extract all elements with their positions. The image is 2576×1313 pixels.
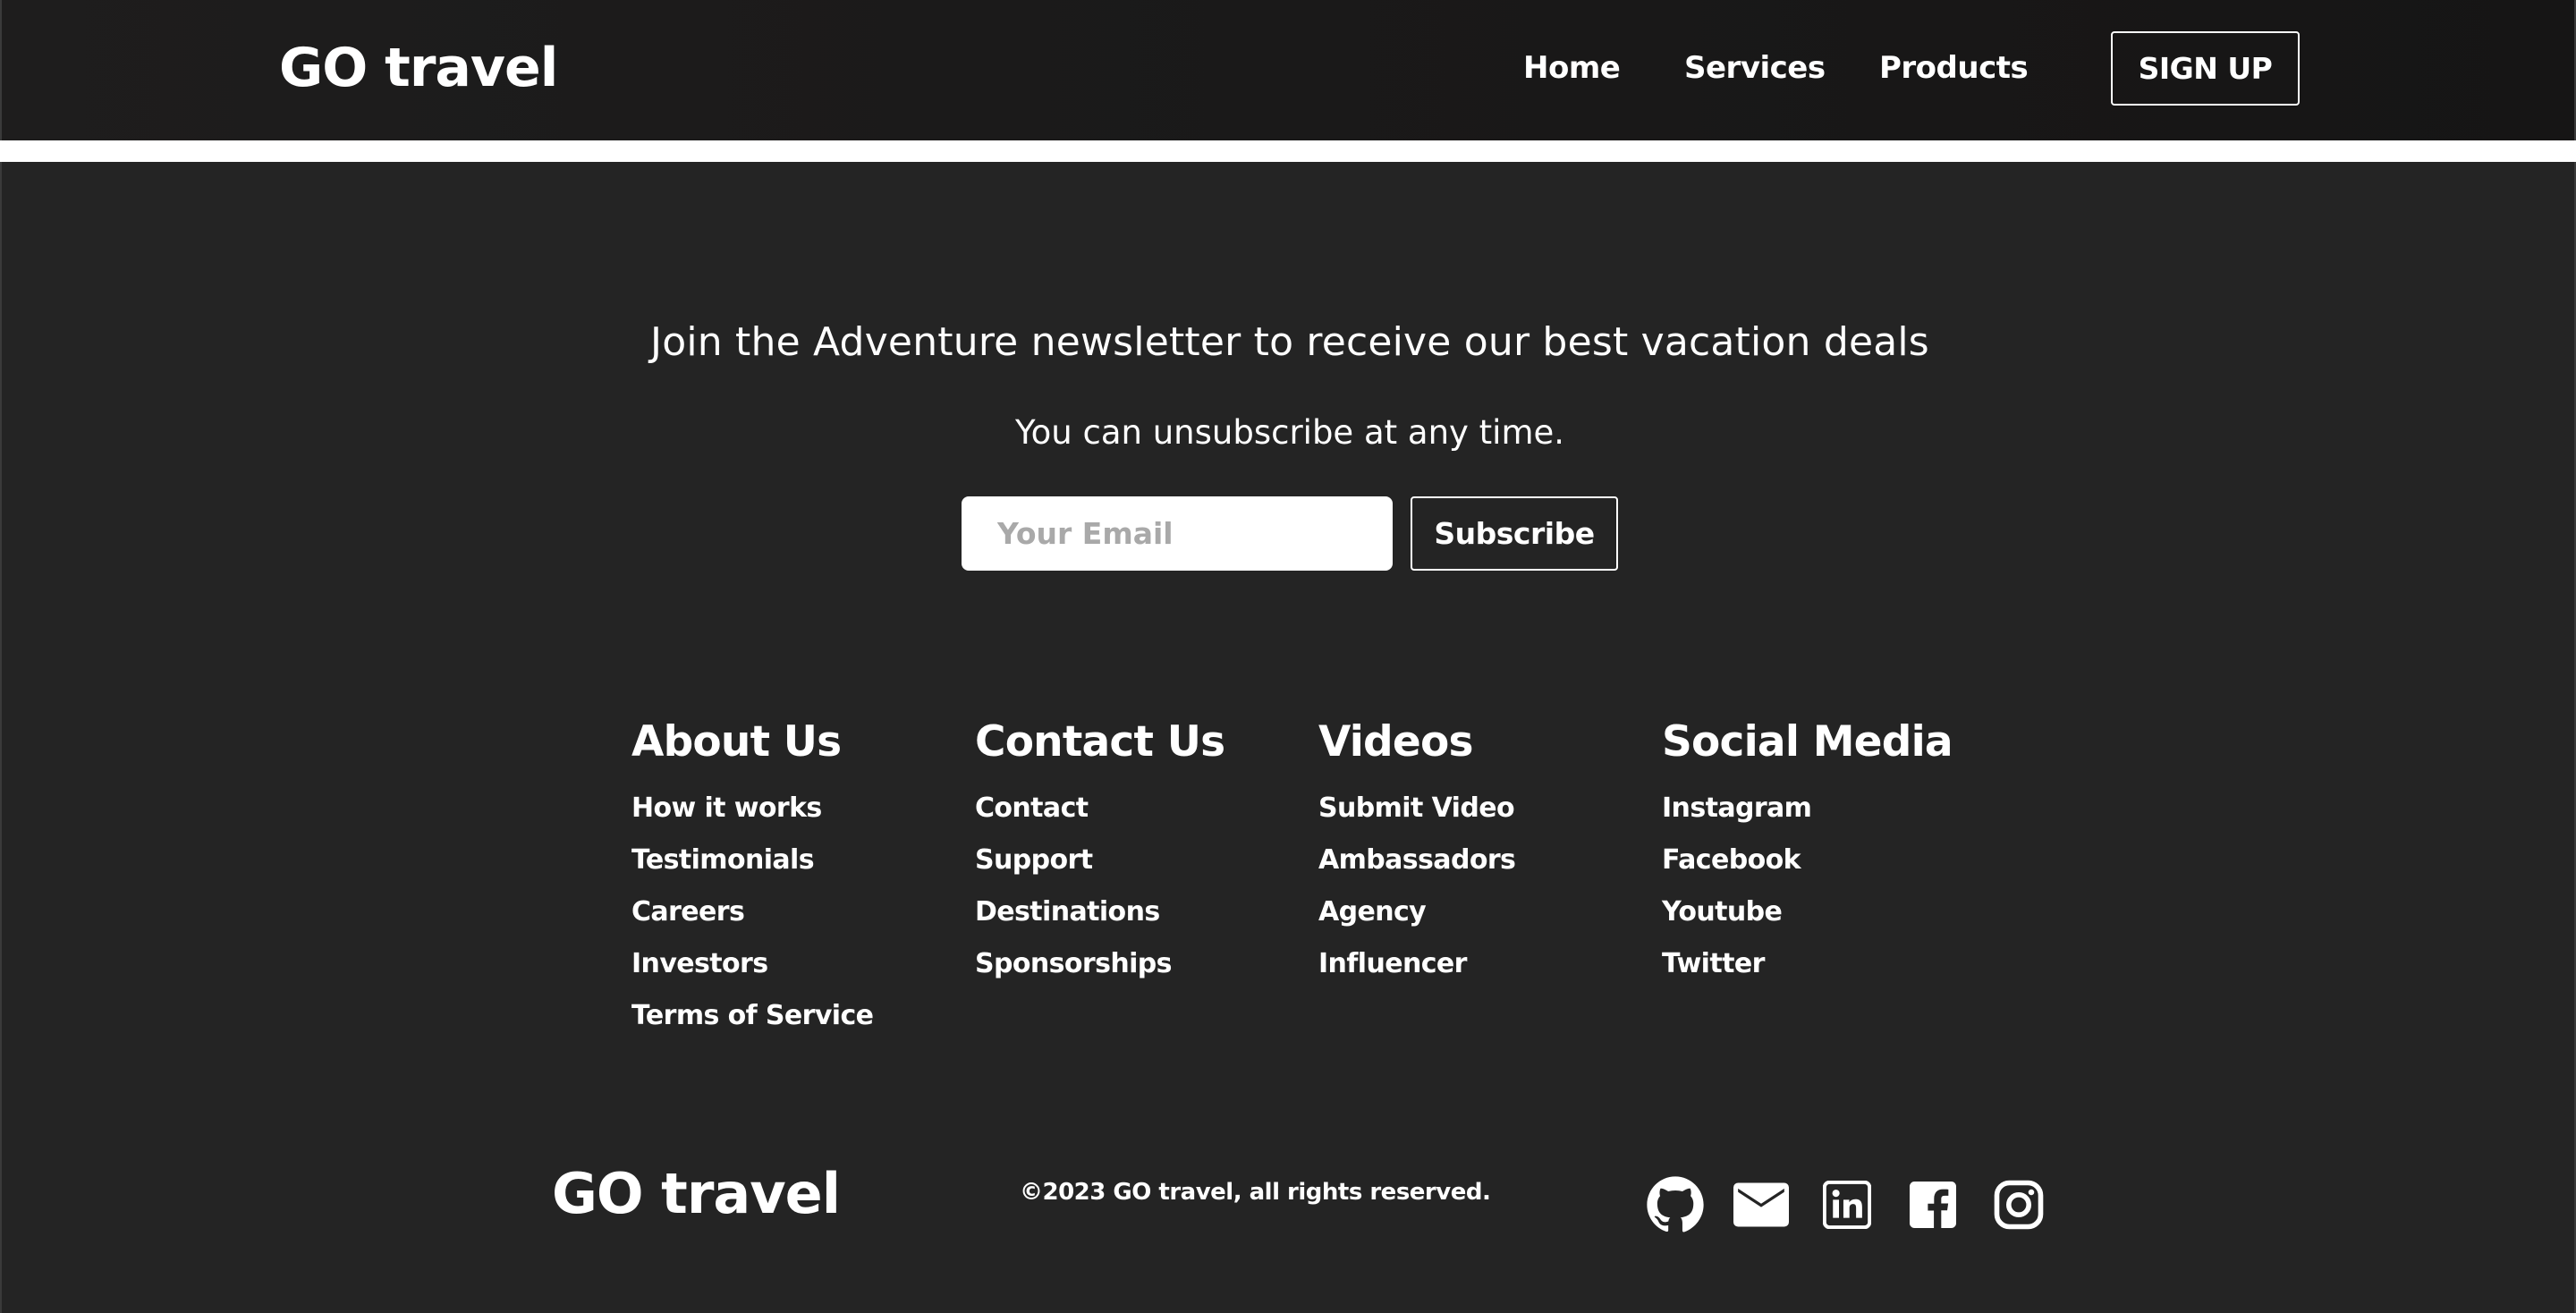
footer-column-about-us: About Us How it works Testimonials Caree… <box>631 715 953 1042</box>
footer-column-title: Contact Us <box>975 717 1225 767</box>
footer-link-submit-video[interactable]: Submit Video <box>1318 783 1640 834</box>
newsletter-subheading: You can unsubscribe at any time. <box>1014 413 1565 452</box>
subscribe-button[interactable]: Subscribe <box>1411 496 1618 571</box>
nav-link-products[interactable]: Products <box>1879 47 2029 89</box>
footer-link-instagram[interactable]: Instagram <box>1662 783 1984 834</box>
footer-link-destinations[interactable]: Destinations <box>975 886 1297 938</box>
github-icon[interactable] <box>1646 1175 1705 1234</box>
copyright-text: ©2023 GO travel, all rights reserved. <box>1020 1179 1491 1206</box>
footer-link-contact[interactable]: Contact <box>975 783 1297 834</box>
footer-link-terms-of-service[interactable]: Terms of Service <box>631 990 953 1042</box>
footer-link-facebook[interactable]: Facebook <box>1662 834 1984 886</box>
nav-link-home[interactable]: Home <box>1523 47 1621 89</box>
footer-link-support[interactable]: Support <box>975 834 1297 886</box>
facebook-icon[interactable] <box>1903 1175 1962 1234</box>
instagram-icon[interactable] <box>1989 1175 2048 1234</box>
footer-column-social-media: Social Media Instagram Facebook Youtube … <box>1662 715 1984 990</box>
footer-column-title: Videos <box>1318 717 1473 767</box>
footer-link-ambassadors[interactable]: Ambassadors <box>1318 834 1640 886</box>
mail-icon[interactable] <box>1732 1175 1791 1234</box>
footer-link-youtube[interactable]: Youtube <box>1662 886 1984 938</box>
footer-link-influencer[interactable]: Influencer <box>1318 938 1640 990</box>
footer-link-testimonials[interactable]: Testimonials <box>631 834 953 886</box>
footer-column-title: Social Media <box>1662 717 1953 767</box>
footer-link-twitter[interactable]: Twitter <box>1662 938 1984 990</box>
newsletter-heading: Join the Adventure newsletter to receive… <box>650 319 1929 365</box>
footer-link-sponsorships[interactable]: Sponsorships <box>975 938 1297 990</box>
footer-link-how-it-works[interactable]: How it works <box>631 783 953 834</box>
footer-column-videos: Videos Submit Video Ambassadors Agency I… <box>1318 715 1640 990</box>
footer-column-title: About Us <box>631 717 842 767</box>
footer-link-agency[interactable]: Agency <box>1318 886 1640 938</box>
footer-link-investors[interactable]: Investors <box>631 938 953 990</box>
footer-logo[interactable]: GO travel <box>552 1158 841 1230</box>
footer-column-contact-us: Contact Us Contact Support Destinations … <box>975 715 1297 990</box>
linkedin-icon[interactable] <box>1818 1175 1877 1234</box>
navbar: GO travel Home Services Products SIGN UP <box>0 0 2576 140</box>
footer-link-careers[interactable]: Careers <box>631 886 953 938</box>
nav-logo[interactable]: GO travel <box>279 34 558 102</box>
email-input[interactable] <box>962 496 1393 571</box>
nav-link-services[interactable]: Services <box>1684 47 1826 89</box>
sign-up-button[interactable]: SIGN UP <box>2111 31 2300 106</box>
footer: Join the Adventure newsletter to receive… <box>0 162 2576 1313</box>
